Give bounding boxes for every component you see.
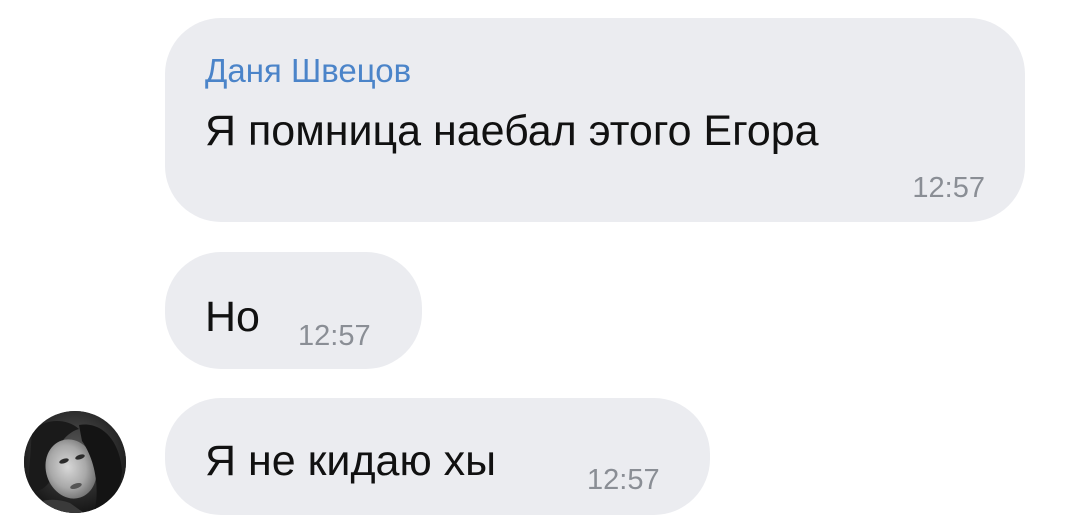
- message-bubble[interactable]: Я не кидаю хы 12:57: [165, 398, 710, 515]
- user-photo-avatar-icon: [24, 411, 126, 513]
- message-time: 12:57: [298, 320, 371, 352]
- message-bubble[interactable]: Даня Швецов Я помница наебал этого Егора…: [165, 18, 1025, 222]
- message-text: Я помница наебал этого Егора: [205, 107, 819, 155]
- message-text: Я не кидаю хы: [205, 437, 497, 485]
- sender-name[interactable]: Даня Швецов: [205, 54, 411, 87]
- message-bubble[interactable]: Но 12:57: [165, 252, 422, 369]
- message-time: 12:57: [587, 464, 660, 496]
- message-text: Но: [205, 293, 260, 341]
- user-avatar[interactable]: [24, 411, 126, 513]
- message-time: 12:57: [912, 172, 985, 204]
